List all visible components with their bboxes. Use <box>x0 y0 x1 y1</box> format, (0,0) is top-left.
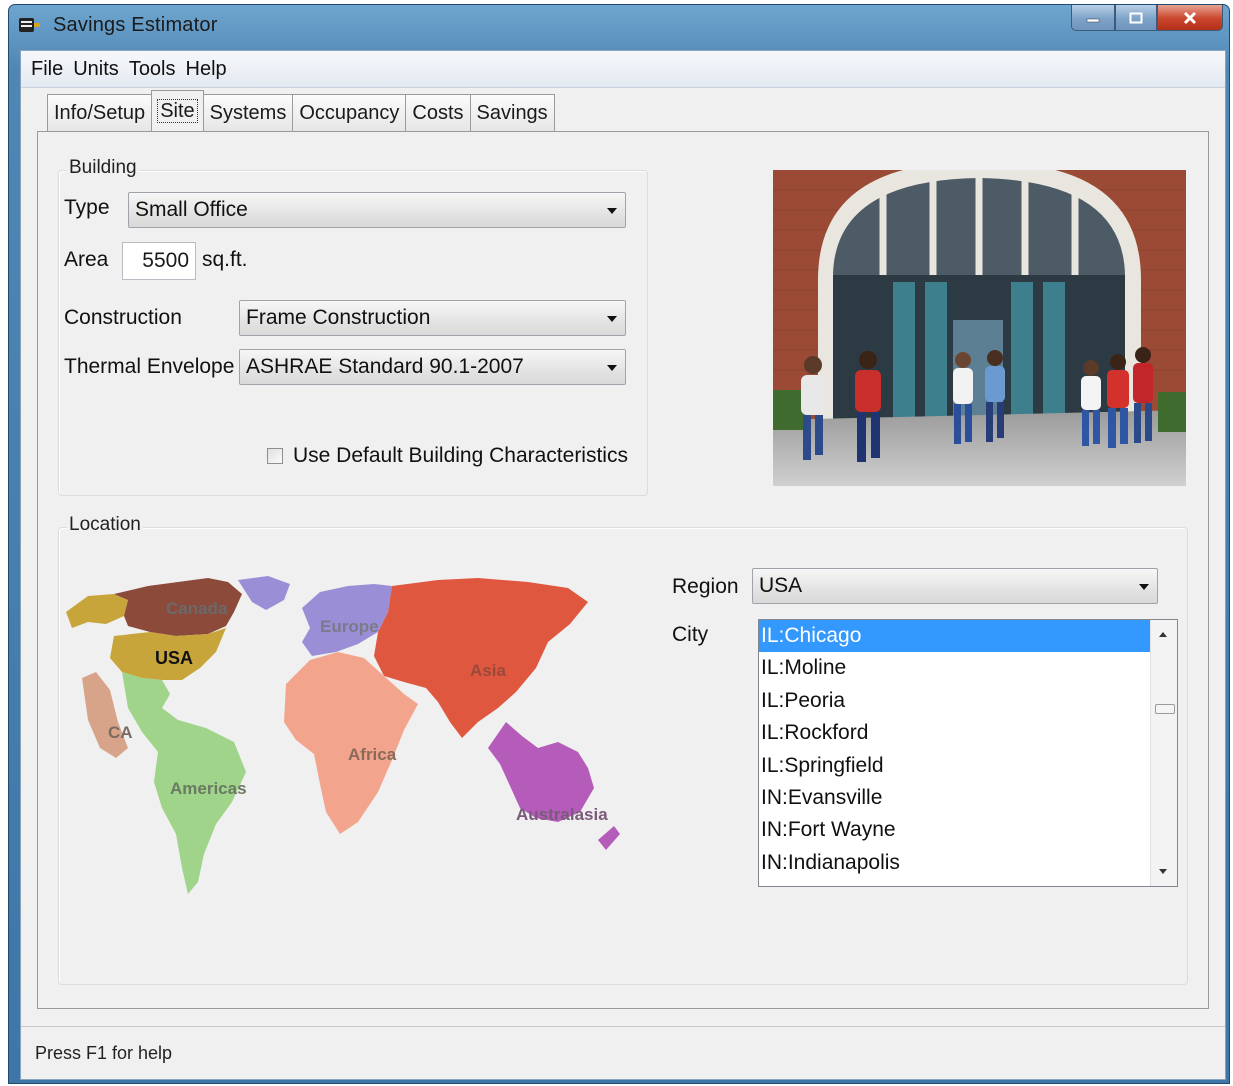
scrollbar-thumb[interactable] <box>1155 704 1175 714</box>
tab-site[interactable]: Site <box>151 90 204 131</box>
city-list-item[interactable]: IN:Fort Wayne <box>759 814 1177 846</box>
map-region-australasia[interactable] <box>488 722 620 850</box>
menu-units[interactable]: Units <box>68 58 124 81</box>
thermal-envelope-value: ASHRAE Standard 90.1-2007 <box>246 355 524 378</box>
city-label: City <box>672 623 709 646</box>
minimize-button[interactable] <box>1071 5 1115 31</box>
city-list-item[interactable]: IL:Peoria <box>759 685 1177 717</box>
city-list-item[interactable]: IL:Chicago <box>759 620 1151 653</box>
maximize-button[interactable] <box>1115 5 1157 31</box>
client-area: File Units Tools Help Info/Setup Site Sy… <box>20 50 1226 1080</box>
app-window: Savings Estimator File Units Tools Help … <box>8 4 1230 1084</box>
world-map: Canada USA CA Americas Europe Asia Afric… <box>66 576 620 894</box>
chevron-down-icon <box>607 365 617 371</box>
tab-info-setup[interactable]: Info/Setup <box>47 94 153 131</box>
menu-bar: File Units Tools Help <box>21 51 1225 88</box>
city-list-item[interactable]: IN:Indianapolis <box>759 847 1177 879</box>
close-button[interactable] <box>1157 5 1223 31</box>
status-bar: Press F1 for help <box>21 1026 1225 1079</box>
city-list-item[interactable]: IL:Springfield <box>759 750 1177 782</box>
tab-systems[interactable]: Systems <box>202 94 294 131</box>
map-label-americas: Americas <box>170 779 247 798</box>
type-dropdown[interactable]: Small Office <box>128 192 626 228</box>
scroll-up-icon[interactable] <box>1159 632 1167 637</box>
location-group-label: Location <box>67 514 143 536</box>
city-listbox[interactable]: IL:Chicago IL:Moline IL:Peoria IL:Rockfo… <box>758 619 1178 887</box>
menu-file[interactable]: File <box>26 58 68 81</box>
building-group-label: Building <box>67 157 139 179</box>
city-list-item[interactable]: IN:Evansville <box>759 782 1177 814</box>
menu-tools[interactable]: Tools <box>124 58 181 81</box>
chevron-down-icon <box>607 316 617 322</box>
region-label: Region <box>672 575 739 598</box>
thermal-envelope-dropdown[interactable]: ASHRAE Standard 90.1-2007 <box>239 349 626 385</box>
type-value: Small Office <box>135 198 248 221</box>
tab-occupancy[interactable]: Occupancy <box>292 94 407 131</box>
map-label-asia: Asia <box>470 661 506 680</box>
map-label-ca: CA <box>108 723 133 742</box>
construction-value: Frame Construction <box>246 306 431 329</box>
app-icon <box>19 18 40 32</box>
thermal-envelope-label: Thermal Envelope <box>64 355 235 378</box>
tab-costs[interactable]: Costs <box>405 94 471 131</box>
map-label-australasia: Australasia <box>516 805 608 824</box>
city-list-item[interactable]: IL:Rockford <box>759 717 1177 749</box>
caption-buttons <box>1071 5 1223 31</box>
map-region-alaska[interactable] <box>66 594 128 628</box>
map-label-canada: Canada <box>166 599 228 618</box>
map-label-africa: Africa <box>348 745 397 764</box>
map-region-ca[interactable] <box>82 672 128 758</box>
tab-savings[interactable]: Savings <box>469 94 555 131</box>
site-tab-panel: Building Type Small Office Area 5500 sq.… <box>37 131 1209 1009</box>
title-bar[interactable]: Savings Estimator <box>9 5 1229 47</box>
minimize-icon <box>1086 18 1100 22</box>
status-text: Press F1 for help <box>35 1043 173 1063</box>
menu-help[interactable]: Help <box>181 58 232 81</box>
default-characteristics-label[interactable]: Use Default Building Characteristics <box>293 444 628 468</box>
region-value: USA <box>759 574 803 597</box>
maximize-icon <box>1129 12 1143 23</box>
area-unit: sq.ft. <box>202 248 248 271</box>
area-label: Area <box>64 248 109 271</box>
chevron-down-icon <box>607 208 617 214</box>
area-input[interactable]: 5500 <box>122 242 196 280</box>
tab-strip: Info/Setup Site Systems Occupancy Costs … <box>47 90 555 131</box>
chevron-down-icon <box>1139 584 1149 590</box>
map-label-europe: Europe <box>320 617 379 636</box>
tab-site-label: Site <box>157 99 198 123</box>
map-label-usa: USA <box>155 648 193 668</box>
city-list-item[interactable]: IL:Moline <box>759 652 1177 684</box>
construction-label: Construction <box>64 306 182 329</box>
region-dropdown[interactable]: USA <box>752 568 1158 604</box>
close-icon <box>1183 11 1197 24</box>
construction-dropdown[interactable]: Frame Construction <box>239 300 626 336</box>
default-characteristics-checkbox[interactable] <box>267 448 283 464</box>
type-label: Type <box>64 196 110 219</box>
scroll-down-icon[interactable] <box>1159 869 1167 874</box>
city-list-scrollbar[interactable] <box>1150 620 1177 886</box>
map-region-greenland[interactable] <box>238 576 290 610</box>
window-title: Savings Estimator <box>53 14 218 36</box>
building-photo <box>773 170 1186 486</box>
